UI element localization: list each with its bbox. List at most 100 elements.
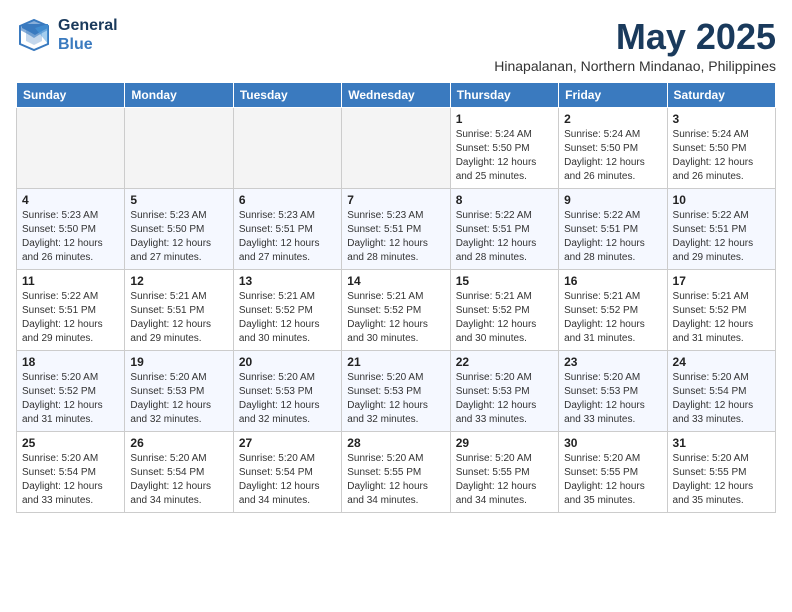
logo-name-general: General: [58, 16, 118, 35]
week-row-4: 18 Sunrise: 5:20 AM Sunset: 5:52 PM Dayli…: [17, 351, 776, 432]
day-number: 15: [456, 274, 553, 288]
calendar-cell: 14 Sunrise: 5:21 AM Sunset: 5:52 PM Dayli…: [342, 270, 450, 351]
calendar-cell: [17, 108, 125, 189]
calendar-cell: 25Sunrise: 5:20 AM Sunset: 5:54 PM Dayli…: [17, 432, 125, 513]
day-info: Sunrise: 5:21 AM Sunset: 5:52 PM Dayligh…: [239, 290, 336, 346]
calendar-cell: 10 Sunrise: 5:22 AM Sunset: 5:51 PM Dayli…: [667, 189, 775, 270]
day-number: 24: [673, 355, 770, 369]
day-info: Sunrise: 5:20 AM Sunset: 5:54 PM Dayligh…: [673, 371, 770, 427]
calendar-cell: 26 Sunrise: 5:20 AM Sunset: 5:54 PM Dayli…: [125, 432, 233, 513]
day-number: 29: [456, 436, 553, 450]
calendar-cell: 15Sunrise: 5:21 AM Sunset: 5:52 PM Dayli…: [450, 270, 558, 351]
day-info: Sunrise: 5:22 AM Sunset: 5:51 PM Dayligh…: [456, 209, 553, 265]
day-info: Sunrise: 5:20 AM Sunset: 5:55 PM Dayligh…: [456, 452, 553, 508]
week-row-2: 4 Sunrise: 5:23 AM Sunset: 5:50 PM Daylig…: [17, 189, 776, 270]
week-row-3: 11Sunrise: 5:22 AM Sunset: 5:51 PM Dayli…: [17, 270, 776, 351]
day-info: Sunrise: 5:20 AM Sunset: 5:55 PM Dayligh…: [347, 452, 444, 508]
calendar-cell: 19Sunrise: 5:20 AM Sunset: 5:53 PM Dayli…: [125, 351, 233, 432]
calendar-cell: 3 Sunrise: 5:24 AM Sunset: 5:50 PM Daylig…: [667, 108, 775, 189]
calendar-cell: 7 Sunrise: 5:23 AM Sunset: 5:51 PM Daylig…: [342, 189, 450, 270]
calendar-cell: 28 Sunrise: 5:20 AM Sunset: 5:55 PM Dayli…: [342, 432, 450, 513]
day-info: Sunrise: 5:21 AM Sunset: 5:52 PM Dayligh…: [564, 290, 661, 346]
day-number: 3: [673, 112, 770, 126]
day-info: Sunrise: 5:23 AM Sunset: 5:51 PM Dayligh…: [239, 209, 336, 265]
day-info: Sunrise: 5:20 AM Sunset: 5:53 PM Dayligh…: [239, 371, 336, 427]
col-header-saturday: Saturday: [667, 83, 775, 108]
day-number: 28: [347, 436, 444, 450]
day-number: 17: [673, 274, 770, 288]
day-info: Sunrise: 5:20 AM Sunset: 5:54 PM Dayligh…: [130, 452, 227, 508]
day-number: 11: [22, 274, 119, 288]
day-info: Sunrise: 5:20 AM Sunset: 5:53 PM Dayligh…: [456, 371, 553, 427]
day-number: 5: [130, 193, 227, 207]
col-header-sunday: Sunday: [17, 83, 125, 108]
logo: General Blue: [16, 16, 118, 54]
day-info: Sunrise: 5:20 AM Sunset: 5:54 PM Dayligh…: [239, 452, 336, 508]
day-number: 2: [564, 112, 661, 126]
day-number: 31: [673, 436, 770, 450]
day-info: Sunrise: 5:23 AM Sunset: 5:51 PM Dayligh…: [347, 209, 444, 265]
calendar-cell: 6 Sunrise: 5:23 AM Sunset: 5:51 PM Daylig…: [233, 189, 341, 270]
week-row-1: 1 Sunrise: 5:24 AM Sunset: 5:50 PM Daylig…: [17, 108, 776, 189]
day-number: 9: [564, 193, 661, 207]
day-number: 26: [130, 436, 227, 450]
calendar-cell: [342, 108, 450, 189]
day-info: Sunrise: 5:20 AM Sunset: 5:53 PM Dayligh…: [564, 371, 661, 427]
day-number: 12: [130, 274, 227, 288]
calendar-cell: 24 Sunrise: 5:20 AM Sunset: 5:54 PM Dayli…: [667, 351, 775, 432]
col-header-wednesday: Wednesday: [342, 83, 450, 108]
calendar-header-row: SundayMondayTuesdayWednesdayThursdayFrid…: [17, 83, 776, 108]
calendar-cell: 23Sunrise: 5:20 AM Sunset: 5:53 PM Dayli…: [559, 351, 667, 432]
day-info: Sunrise: 5:20 AM Sunset: 5:55 PM Dayligh…: [673, 452, 770, 508]
day-number: 20: [239, 355, 336, 369]
calendar-cell: 20 Sunrise: 5:20 AM Sunset: 5:53 PM Dayli…: [233, 351, 341, 432]
day-number: 4: [22, 193, 119, 207]
day-number: 10: [673, 193, 770, 207]
day-number: 22: [456, 355, 553, 369]
day-number: 14: [347, 274, 444, 288]
day-number: 13: [239, 274, 336, 288]
calendar-table: SundayMondayTuesdayWednesdayThursdayFrid…: [16, 82, 776, 513]
day-info: Sunrise: 5:23 AM Sunset: 5:50 PM Dayligh…: [22, 209, 119, 265]
day-number: 1: [456, 112, 553, 126]
day-number: 19: [130, 355, 227, 369]
day-number: 7: [347, 193, 444, 207]
day-number: 6: [239, 193, 336, 207]
location-subtitle: Hinapalanan, Northern Mindanao, Philippi…: [494, 58, 776, 74]
calendar-cell: [233, 108, 341, 189]
calendar-cell: 4 Sunrise: 5:23 AM Sunset: 5:50 PM Daylig…: [17, 189, 125, 270]
col-header-monday: Monday: [125, 83, 233, 108]
day-info: Sunrise: 5:24 AM Sunset: 5:50 PM Dayligh…: [564, 128, 661, 184]
calendar-cell: 5 Sunrise: 5:23 AM Sunset: 5:50 PM Daylig…: [125, 189, 233, 270]
calendar-cell: 9 Sunrise: 5:22 AM Sunset: 5:51 PM Daylig…: [559, 189, 667, 270]
day-info: Sunrise: 5:20 AM Sunset: 5:53 PM Dayligh…: [347, 371, 444, 427]
calendar-cell: 1Sunrise: 5:24 AM Sunset: 5:50 PM Daylig…: [450, 108, 558, 189]
day-info: Sunrise: 5:24 AM Sunset: 5:50 PM Dayligh…: [673, 128, 770, 184]
day-info: Sunrise: 5:21 AM Sunset: 5:52 PM Dayligh…: [347, 290, 444, 346]
calendar-cell: 27 Sunrise: 5:20 AM Sunset: 5:54 PM Dayli…: [233, 432, 341, 513]
col-header-thursday: Thursday: [450, 83, 558, 108]
calendar-cell: 29 Sunrise: 5:20 AM Sunset: 5:55 PM Dayli…: [450, 432, 558, 513]
day-info: Sunrise: 5:20 AM Sunset: 5:54 PM Dayligh…: [22, 452, 119, 508]
title-block: May 2025 Hinapalanan, Northern Mindanao,…: [494, 16, 776, 74]
calendar-cell: 8Sunrise: 5:22 AM Sunset: 5:51 PM Daylig…: [450, 189, 558, 270]
logo-icon: [16, 16, 54, 54]
calendar-cell: 17Sunrise: 5:21 AM Sunset: 5:52 PM Dayli…: [667, 270, 775, 351]
calendar-cell: 21Sunrise: 5:20 AM Sunset: 5:53 PM Dayli…: [342, 351, 450, 432]
calendar-cell: 22 Sunrise: 5:20 AM Sunset: 5:53 PM Dayli…: [450, 351, 558, 432]
calendar-cell: 2 Sunrise: 5:24 AM Sunset: 5:50 PM Daylig…: [559, 108, 667, 189]
day-info: Sunrise: 5:20 AM Sunset: 5:55 PM Dayligh…: [564, 452, 661, 508]
day-info: Sunrise: 5:20 AM Sunset: 5:52 PM Dayligh…: [22, 371, 119, 427]
day-number: 30: [564, 436, 661, 450]
calendar-cell: 31 Sunrise: 5:20 AM Sunset: 5:55 PM Dayli…: [667, 432, 775, 513]
calendar-cell: 30 Sunrise: 5:20 AM Sunset: 5:55 PM Dayli…: [559, 432, 667, 513]
day-info: Sunrise: 5:23 AM Sunset: 5:50 PM Dayligh…: [130, 209, 227, 265]
week-row-5: 25Sunrise: 5:20 AM Sunset: 5:54 PM Dayli…: [17, 432, 776, 513]
day-number: 16: [564, 274, 661, 288]
day-number: 18: [22, 355, 119, 369]
day-info: Sunrise: 5:22 AM Sunset: 5:51 PM Dayligh…: [673, 209, 770, 265]
day-number: 27: [239, 436, 336, 450]
calendar-cell: 16 Sunrise: 5:21 AM Sunset: 5:52 PM Dayli…: [559, 270, 667, 351]
calendar-cell: 18 Sunrise: 5:20 AM Sunset: 5:52 PM Dayli…: [17, 351, 125, 432]
day-info: Sunrise: 5:22 AM Sunset: 5:51 PM Dayligh…: [564, 209, 661, 265]
